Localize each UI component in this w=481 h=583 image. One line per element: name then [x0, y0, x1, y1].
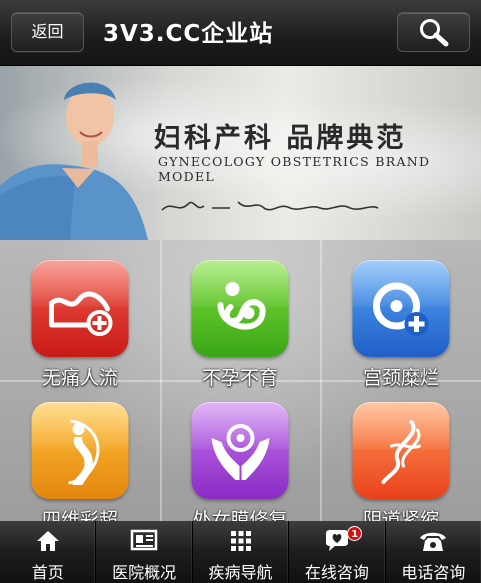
nav-label: 医院概况	[112, 563, 177, 582]
nav-label: 疾病导航	[208, 563, 273, 582]
grid-icon	[230, 531, 251, 551]
nav-item-hospital-overview[interactable]: 医院概况	[96, 521, 193, 583]
banner-title: 妇科产科 品牌典范	[154, 123, 407, 154]
search-icon	[419, 19, 448, 47]
nav-item-disease-navigation[interactable]: 疾病导航	[193, 521, 290, 583]
heart-plus-icon	[31, 260, 129, 357]
header-bar: 返回 3V3.CC企业站	[0, 0, 481, 66]
nav-label: 电话咨询	[401, 563, 466, 582]
tile-cervical-erosion[interactable]: 宫颈糜烂	[321, 240, 481, 389]
tile-painless-abortion[interactable]: 无痛人流	[0, 240, 160, 389]
doctor-portrait-image	[0, 82, 148, 240]
notification-badge: 1	[347, 526, 363, 541]
back-button[interactable]: 返回	[11, 12, 84, 52]
signature-image	[161, 201, 379, 211]
page-title: 3V3.CC企业站	[103, 21, 274, 47]
mother-child-icon	[191, 260, 289, 357]
tile-vaginal-tightening[interactable]: 阴道紧缩	[321, 382, 481, 531]
home-icon	[36, 531, 59, 551]
tile-infertility[interactable]: 不孕不育	[160, 240, 320, 389]
service-grid: 无痛人流 不孕不育 宫颈糜烂 四维彩超 处女膜修复 阴道紧缩	[0, 240, 481, 531]
phone-icon	[420, 532, 447, 551]
ribbon-icon	[352, 402, 450, 499]
nav-item-online-consult[interactable]: 1 在线咨询	[289, 521, 386, 583]
tile-hymen-repair[interactable]: 处女膜修复	[160, 382, 320, 531]
banner-subtitle: GYNECOLOGY OBSTETRICS BRAND MODEL	[158, 154, 431, 184]
nav-label: 首页	[31, 563, 64, 582]
nav-label: 在线咨询	[304, 563, 369, 582]
news-card-icon	[130, 529, 158, 551]
tile-4d-ultrasound[interactable]: 四维彩超	[0, 382, 160, 531]
search-button[interactable]	[397, 12, 470, 52]
nav-item-home[interactable]: 首页	[0, 521, 97, 583]
nav-item-phone-consult[interactable]: 电话咨询	[386, 521, 481, 583]
hands-heart-icon	[191, 402, 289, 499]
hero-banner[interactable]: 妇科产科 品牌典范 GYNECOLOGY OBSTETRICS BRAND MO…	[0, 66, 481, 240]
bottom-nav: 首页 医院概况 疾病导航 1 在线咨询 电话咨询	[0, 521, 481, 583]
pregnant-silhouette-icon	[31, 402, 129, 499]
ring-plus-icon	[352, 260, 450, 357]
